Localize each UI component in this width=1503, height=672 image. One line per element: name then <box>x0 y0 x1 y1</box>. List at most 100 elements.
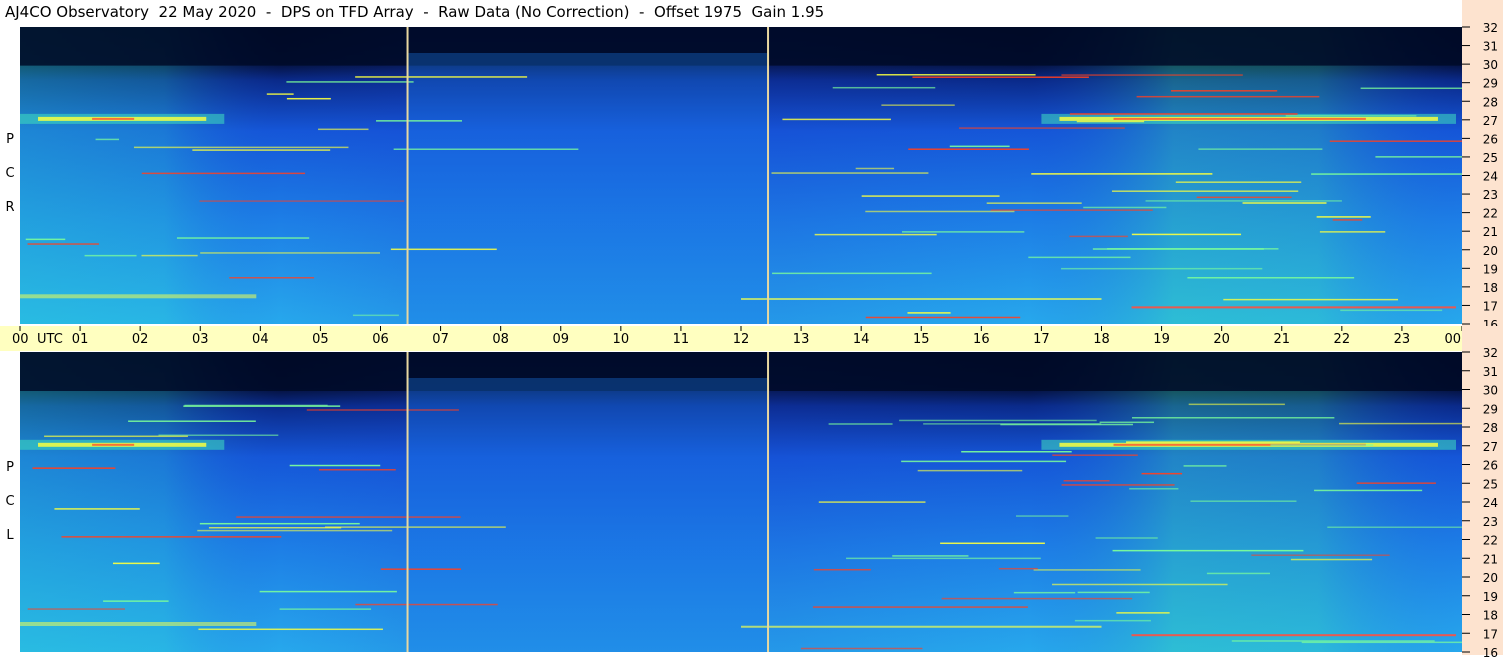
lcp-interference-line <box>917 469 1023 472</box>
top-freq-tick-label: 23 <box>1483 188 1498 202</box>
rcp-interference-line <box>1136 95 1320 98</box>
lcp-interference-line <box>1052 454 1138 456</box>
lcp-interference-line <box>1013 591 1076 594</box>
top-freq-tick-label: 18 <box>1483 281 1498 295</box>
rcp-interference-line <box>1242 202 1327 204</box>
rcp-band-27-peak-0 <box>92 117 135 120</box>
rcp-quiet-band <box>407 53 769 324</box>
time-tick-label: 22 <box>1334 332 1351 347</box>
bottom-freq-tick-label: 29 <box>1483 402 1498 416</box>
rcp-interference-line <box>1131 233 1242 236</box>
lcp-quiet-band <box>407 378 769 652</box>
lcp-letter-3: L <box>6 528 14 543</box>
lcp-interference-line <box>961 450 1072 453</box>
top-freq-tick-label: 30 <box>1483 58 1498 72</box>
lcp-interference-line <box>54 508 140 510</box>
top-freq-tick-label: 21 <box>1483 225 1498 239</box>
rcp-interference-line <box>1061 74 1243 76</box>
time-tick-label: 06 <box>372 332 389 347</box>
time-tick-label: 15 <box>913 332 930 347</box>
lcp-interference-line <box>800 647 923 650</box>
lcp-interference-line <box>1129 488 1179 490</box>
lcp-letter-1: P <box>6 460 14 475</box>
rcp-interference-line <box>84 254 137 257</box>
rcp-interference-line <box>782 118 891 121</box>
lcp-interference-line <box>355 603 498 606</box>
lcp-interference-line <box>1063 480 1110 482</box>
bottom-freq-tick-label: 27 <box>1483 440 1498 454</box>
rcp-interference-line <box>1111 190 1299 192</box>
frequency-axis-top: 1617181920212223242526272829303132 <box>1462 0 1503 332</box>
lcp-interference-line <box>318 468 396 471</box>
lcp-interference-line <box>892 555 969 557</box>
rcp-interference-line <box>1360 87 1479 90</box>
lcp-interference-line <box>1095 537 1158 539</box>
lcp-interference-line <box>1301 641 1471 644</box>
rcp-interference-line <box>27 243 100 245</box>
rcp-interference-line <box>192 149 331 151</box>
bottom-freq-tick-label: 22 <box>1483 534 1498 548</box>
rcp-interference-line <box>1031 173 1213 175</box>
rcp-interference-line <box>1316 216 1371 218</box>
rcp-interference-line <box>133 146 349 149</box>
bottom-freq-tick-label: 24 <box>1483 496 1498 510</box>
time-tick-label: 04 <box>252 332 269 347</box>
lcp-interference-line <box>998 567 1038 570</box>
time-tick-label: 21 <box>1273 332 1290 347</box>
lcp-interference-line <box>208 526 342 529</box>
lcp-interference-line <box>1033 569 1141 571</box>
rcp-interference-line <box>355 76 528 78</box>
time-tick-label: 16 <box>973 332 990 347</box>
time-tick-label: 20 <box>1213 332 1230 347</box>
rcp-interference-line <box>1069 235 1128 238</box>
lcp-interference-line <box>112 562 160 565</box>
rcp-interference-line <box>912 76 1089 78</box>
lcp-interference-line <box>813 568 871 571</box>
rcp-interference-line <box>1076 120 1145 123</box>
time-tick-label: 08 <box>492 332 509 347</box>
rcp-interference-line <box>771 172 929 174</box>
lcp-interference-line <box>1290 558 1373 561</box>
lcp-interference-line <box>901 460 1067 463</box>
rcp-interference-line <box>959 127 1125 129</box>
rcp-signal-low-mid <box>741 298 1102 301</box>
lcp-interference-line <box>1077 591 1150 594</box>
lcp-interference-line <box>289 464 381 467</box>
rcp-interference-line <box>286 81 414 83</box>
lcp-interference-line <box>44 435 188 438</box>
lcp-signal-low-mid <box>741 625 1102 628</box>
rcp-interference-line <box>1069 113 1298 115</box>
lcp-panel <box>20 352 1503 652</box>
rcp-interference-line <box>1175 181 1302 183</box>
lcp-interference-line <box>325 526 506 528</box>
lcp-interference-line <box>199 522 360 525</box>
top-freq-tick-label: 29 <box>1483 77 1498 91</box>
bottom-freq-tick-label: 23 <box>1483 515 1498 529</box>
rcp-interference-line <box>229 277 315 279</box>
lcp-interference-line <box>1183 465 1227 467</box>
rcp-interference-line <box>855 167 895 170</box>
time-tick-label: 10 <box>613 332 630 347</box>
rcp-interference-line <box>176 237 310 239</box>
lcp-interference-line <box>1314 489 1423 492</box>
rcp-interference-line <box>814 233 937 236</box>
rcp-interference-line <box>266 93 294 95</box>
bottom-freq-tick-label: 26 <box>1483 459 1498 473</box>
top-freq-tick-label: 28 <box>1483 95 1498 109</box>
bottom-freq-tick-label: 25 <box>1483 477 1498 491</box>
time-tick-label: 09 <box>552 332 569 347</box>
top-freq-tick-label: 25 <box>1483 151 1498 165</box>
time-tick-label: 18 <box>1093 332 1110 347</box>
rcp-interference-line <box>949 145 1010 148</box>
bottom-freq-tick-label: 30 <box>1483 384 1498 398</box>
rcp-interference-line <box>1340 309 1443 312</box>
rcp-band-27-peak-1 <box>1113 117 1366 120</box>
lcp-interference-line <box>197 529 393 532</box>
rcp-interference-line <box>1332 219 1363 221</box>
top-freq-tick-label: 17 <box>1483 299 1498 313</box>
rcp-interference-line <box>986 202 1082 204</box>
time-tick-label: 00 <box>12 332 29 347</box>
lcp-interference-line <box>923 423 1102 425</box>
top-freq-tick-label: 26 <box>1483 132 1498 146</box>
bottom-freq-tick-label: 17 <box>1483 627 1498 641</box>
